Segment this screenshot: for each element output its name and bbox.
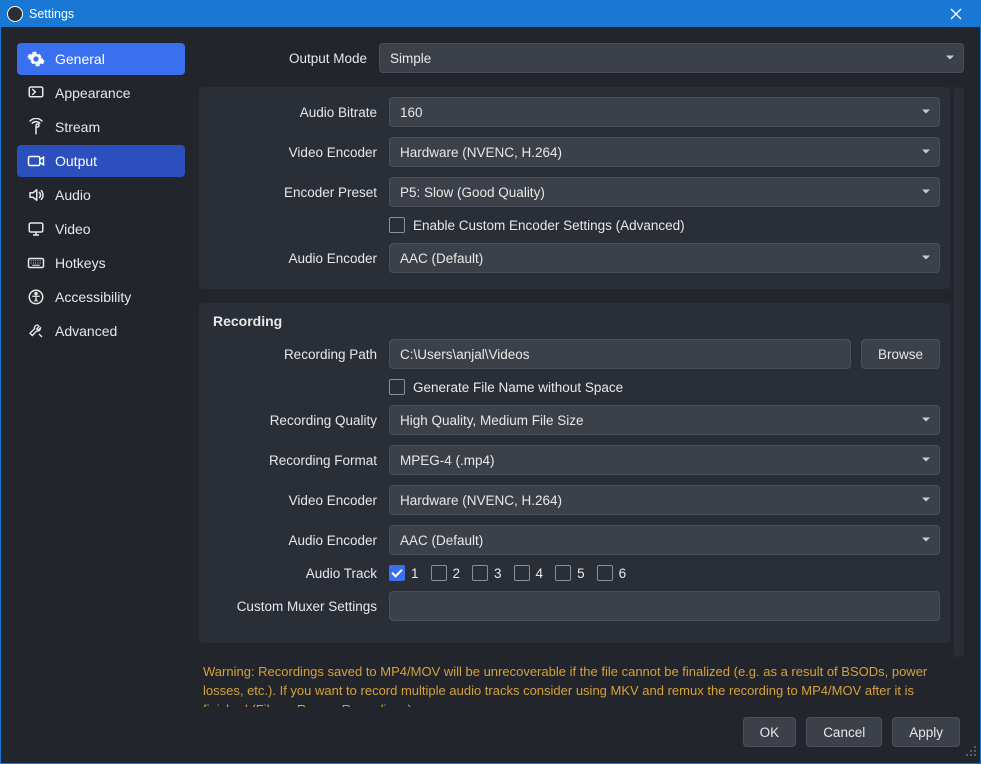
keyboard-icon <box>27 254 45 272</box>
audio-encoder-label: Audio Encoder <box>209 251 389 266</box>
audio-track-label: Audio Track <box>209 566 389 581</box>
audio-track-6-checkbox[interactable] <box>597 565 613 581</box>
audio-track-4-checkbox[interactable] <box>514 565 530 581</box>
generate-filename-nospace-label: Generate File Name without Space <box>413 380 623 395</box>
audio-track-group: 1 2 3 4 5 6 <box>389 565 626 581</box>
chevron-down-icon <box>921 453 931 468</box>
recording-audio-encoder-label: Audio Encoder <box>209 533 389 548</box>
chevron-down-icon <box>921 105 931 120</box>
audio-encoder-select[interactable]: AAC (Default) <box>389 243 940 273</box>
speaker-icon <box>27 186 45 204</box>
generate-filename-nospace-checkbox[interactable] <box>389 379 405 395</box>
encoder-preset-select[interactable]: P5: Slow (Good Quality) <box>389 177 940 207</box>
ok-button[interactable]: OK <box>743 717 797 747</box>
sidebar-item-general[interactable]: General <box>17 43 185 75</box>
chevron-down-icon <box>921 493 931 508</box>
sidebar-item-accessibility[interactable]: Accessibility <box>17 281 185 313</box>
recording-audio-encoder-select[interactable]: AAC (Default) <box>389 525 940 555</box>
gear-icon <box>27 50 45 68</box>
chevron-down-icon <box>921 413 931 428</box>
apply-button[interactable]: Apply <box>892 717 960 747</box>
scrollbar[interactable] <box>954 87 964 657</box>
chevron-down-icon <box>921 145 931 160</box>
sidebar-item-label: Stream <box>55 119 100 135</box>
sidebar-item-advanced[interactable]: Advanced <box>17 315 185 347</box>
output-icon <box>27 152 45 170</box>
sidebar-item-output[interactable]: Output <box>17 145 185 177</box>
enable-custom-encoder-checkbox[interactable] <box>389 217 405 233</box>
monitor-icon <box>27 220 45 238</box>
output-mode-select[interactable]: Simple <box>379 43 964 73</box>
sidebar-item-label: Accessibility <box>55 289 131 305</box>
tools-icon <box>27 322 45 340</box>
recording-quality-label: Recording Quality <box>209 413 389 428</box>
sidebar-item-stream[interactable]: Stream <box>17 111 185 143</box>
output-mode-label: Output Mode <box>199 51 379 66</box>
streaming-panel: Audio Bitrate 160 Video Encoder <box>199 87 950 289</box>
audio-bitrate-label: Audio Bitrate <box>209 105 389 120</box>
close-button[interactable] <box>938 1 974 27</box>
sidebar: General Appearance Stream Output Audio V… <box>17 43 185 747</box>
titlebar: Settings <box>1 1 980 27</box>
resize-grip[interactable] <box>965 745 977 760</box>
sidebar-item-label: Advanced <box>55 323 117 339</box>
audio-track-2-checkbox[interactable] <box>431 565 447 581</box>
chevron-down-icon <box>945 51 955 66</box>
sidebar-item-label: Output <box>55 153 97 169</box>
sidebar-item-video[interactable]: Video <box>17 213 185 245</box>
sidebar-item-label: Appearance <box>55 85 131 101</box>
audio-track-1-checkbox[interactable] <box>389 565 405 581</box>
antenna-icon <box>27 118 45 136</box>
chevron-down-icon <box>921 533 931 548</box>
recording-title: Recording <box>209 313 940 329</box>
recording-format-label: Recording Format <box>209 453 389 468</box>
sidebar-item-label: Video <box>55 221 91 237</box>
accessibility-icon <box>27 288 45 306</box>
sidebar-item-label: Hotkeys <box>55 255 106 271</box>
sidebar-item-label: General <box>55 51 105 67</box>
recording-path-input[interactable] <box>389 339 851 369</box>
recording-video-encoder-select[interactable]: Hardware (NVENC, H.264) <box>389 485 940 515</box>
app-icon <box>7 6 23 22</box>
custom-muxer-input[interactable] <box>389 591 940 621</box>
video-encoder-label: Video Encoder <box>209 145 389 160</box>
recording-video-encoder-label: Video Encoder <box>209 493 389 508</box>
enable-custom-encoder-label: Enable Custom Encoder Settings (Advanced… <box>413 218 685 233</box>
window-title: Settings <box>29 7 74 21</box>
recording-path-label: Recording Path <box>209 347 389 362</box>
dialog-footer: OK Cancel Apply <box>199 707 964 747</box>
chevron-down-icon <box>921 251 931 266</box>
warning-text: Warning: Recordings saved to MP4/MOV wil… <box>199 663 964 707</box>
audio-track-3-checkbox[interactable] <box>472 565 488 581</box>
settings-window: Settings General Appearance Stream Outpu… <box>0 0 981 764</box>
video-encoder-select[interactable]: Hardware (NVENC, H.264) <box>389 137 940 167</box>
sidebar-item-appearance[interactable]: Appearance <box>17 77 185 109</box>
chevron-down-icon <box>921 185 931 200</box>
browse-button[interactable]: Browse <box>861 339 940 369</box>
cancel-button[interactable]: Cancel <box>806 717 882 747</box>
sidebar-item-audio[interactable]: Audio <box>17 179 185 211</box>
custom-muxer-label: Custom Muxer Settings <box>209 599 389 614</box>
sidebar-item-hotkeys[interactable]: Hotkeys <box>17 247 185 279</box>
sidebar-item-label: Audio <box>55 187 91 203</box>
recording-quality-select[interactable]: High Quality, Medium File Size <box>389 405 940 435</box>
audio-bitrate-select[interactable]: 160 <box>389 97 940 127</box>
appearance-icon <box>27 84 45 102</box>
recording-panel: Recording Recording Path Browse <box>199 303 950 643</box>
encoder-preset-label: Encoder Preset <box>209 185 389 200</box>
recording-format-select[interactable]: MPEG-4 (.mp4) <box>389 445 940 475</box>
main-panel: Output Mode Simple Audio Bitrate <box>199 43 964 747</box>
audio-track-5-checkbox[interactable] <box>555 565 571 581</box>
